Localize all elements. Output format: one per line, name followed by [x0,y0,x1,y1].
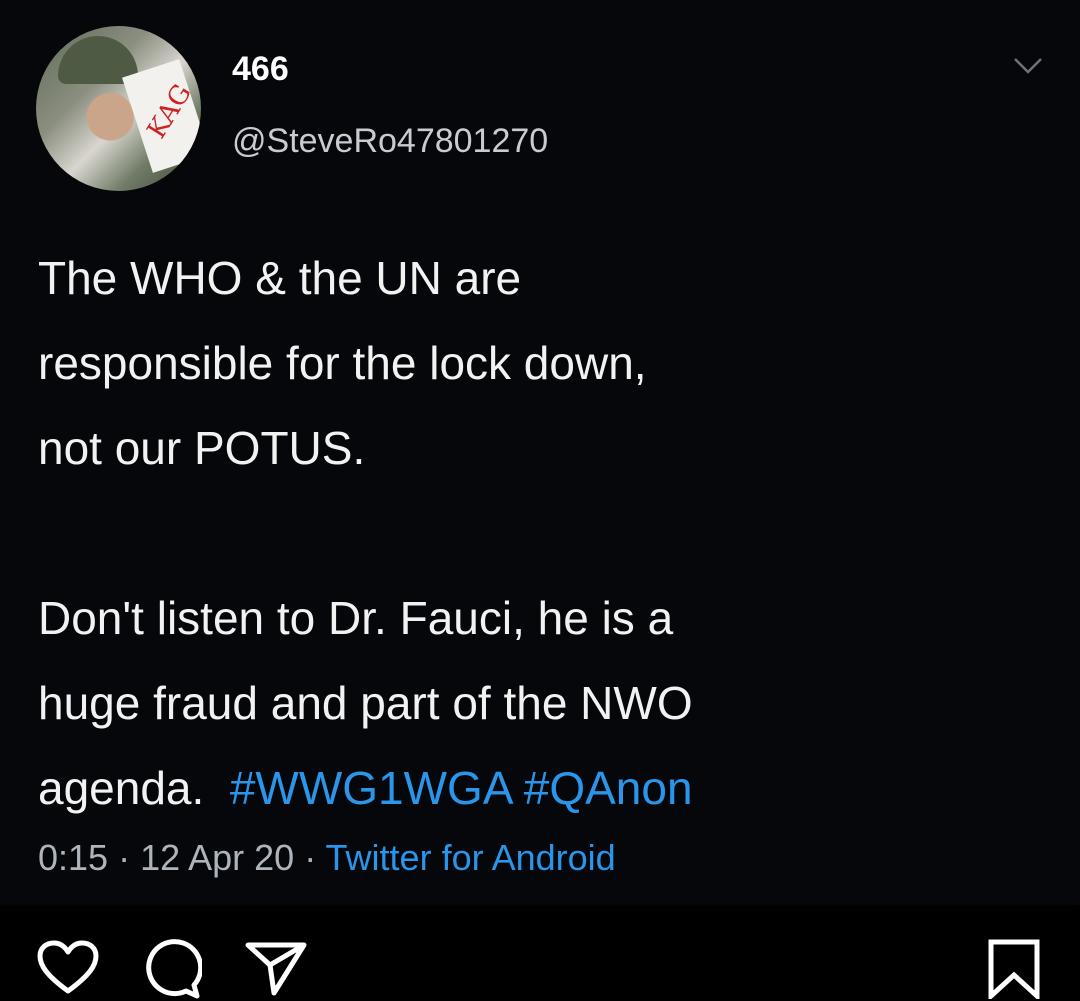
avatar-sign: KAG [122,59,201,173]
avatar-sign-text: KAG [141,79,198,145]
tweet-line: not our POTUS. [38,422,366,474]
heart-icon[interactable] [36,939,100,997]
tweet-line: huge fraud and part of the NWO [38,677,693,729]
tweet-source-link[interactable]: Twitter for Android [326,837,616,878]
tweet-line: responsible for the lock down, [38,337,647,389]
chevron-down-icon[interactable] [1012,56,1044,76]
hashtag-link[interactable]: #QAnon [524,762,693,814]
tweet-time: 0:15 [38,837,109,878]
share-icon[interactable] [244,939,308,997]
tweet-card: KAG 466 @SteveRo47801270 The WHO & the U… [0,0,1080,905]
avatar[interactable]: KAG [36,26,201,191]
hashtag-link[interactable]: #WWG1WGA [230,762,511,814]
tweet-meta: 0:15 · 12 Apr 20 · Twitter for Android [38,837,616,878]
tweet-line: agenda. [38,762,205,814]
comment-icon[interactable] [140,939,202,1001]
post-actions-bar [0,905,1080,999]
tweet-line: Don't listen to Dr. Fauci, he is a [38,592,674,644]
bookmark-icon[interactable] [986,939,1042,999]
tweet-line: The WHO & the UN are [38,252,522,304]
tweet-text: The WHO & the UN are responsible for the… [38,236,1048,831]
user-handle[interactable]: @SteveRo47801270 [232,122,548,161]
tweet-date: 12 Apr 20 [140,837,295,878]
display-name[interactable]: 466 [232,50,289,89]
